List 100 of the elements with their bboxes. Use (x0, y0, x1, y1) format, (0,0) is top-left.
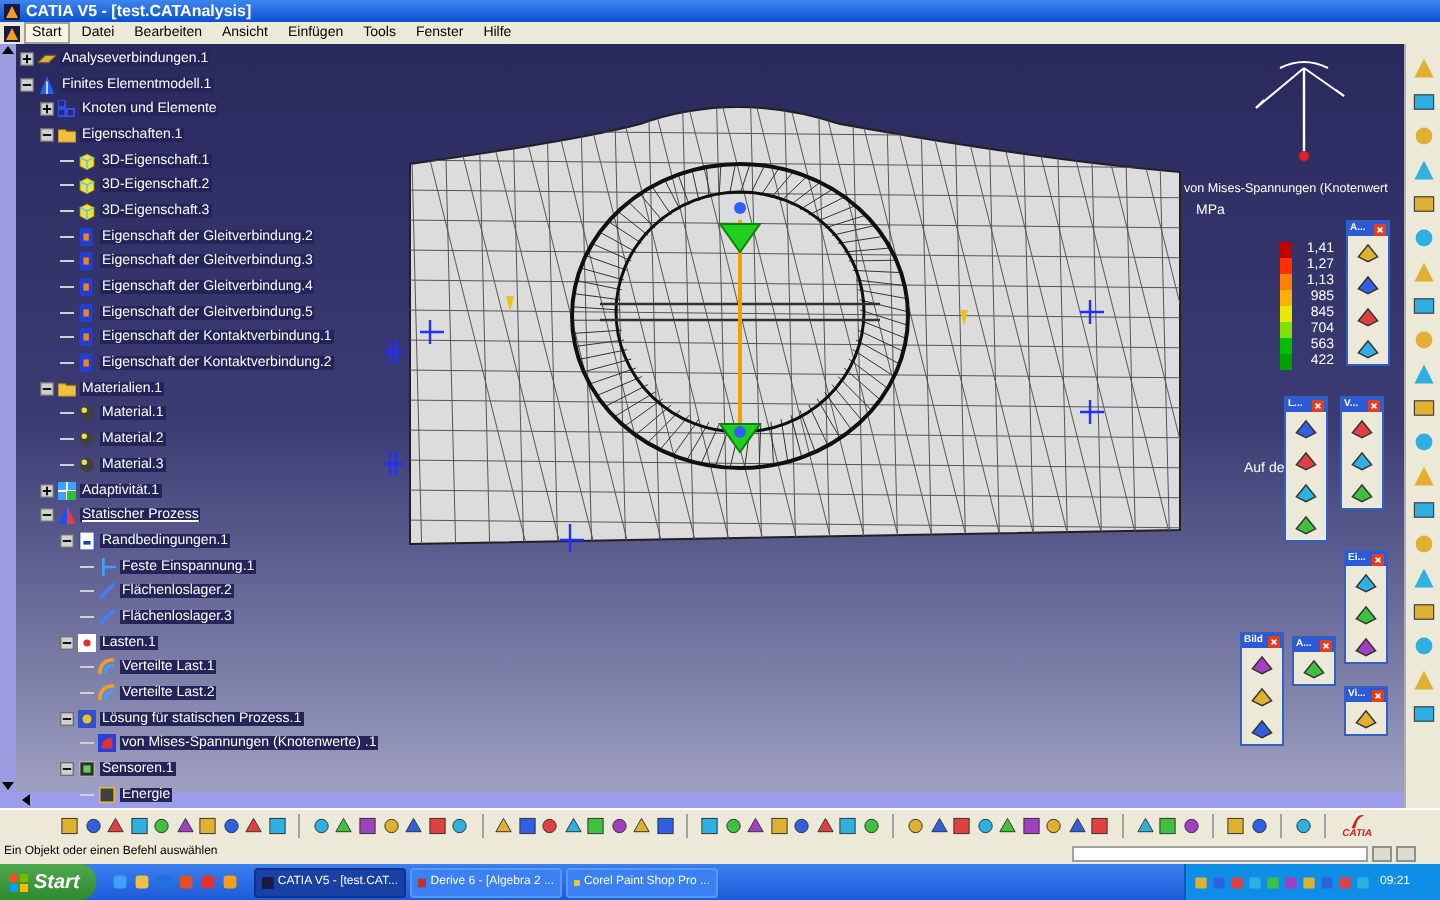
close-button[interactable] (1372, 689, 1384, 701)
tool-icon[interactable] (540, 814, 560, 838)
tool-icon[interactable] (998, 814, 1018, 838)
tool-icon[interactable] (175, 814, 195, 838)
close-button[interactable] (1268, 635, 1280, 647)
tool-icon[interactable] (1411, 498, 1435, 522)
expand-toggle[interactable] (40, 102, 54, 117)
tool-icon[interactable] (929, 814, 949, 838)
close-button[interactable] (1320, 639, 1332, 651)
close-icon (1374, 555, 1382, 563)
tool-icon[interactable] (609, 814, 629, 838)
tool-icon[interactable] (1354, 706, 1378, 730)
tool-icon[interactable] (1350, 416, 1374, 440)
tool-icon[interactable] (838, 814, 858, 838)
tool-icon[interactable] (975, 814, 995, 838)
tool-icon[interactable] (244, 814, 264, 838)
tool-icon[interactable] (1021, 814, 1041, 838)
expand-toggle[interactable] (40, 381, 54, 396)
tool-icon[interactable] (1067, 814, 1087, 838)
tool-icon[interactable] (1411, 702, 1435, 726)
expand-toggle[interactable] (60, 635, 74, 650)
tool-icon[interactable] (517, 814, 537, 838)
tool-icon[interactable] (746, 814, 766, 838)
tool-icon[interactable] (1090, 814, 1110, 838)
tool-icon[interactable] (655, 814, 675, 838)
tool-icon[interactable] (311, 814, 331, 838)
tool-icon[interactable] (404, 814, 424, 838)
tool-icon[interactable] (1294, 416, 1318, 440)
expand-toggle[interactable] (20, 77, 34, 92)
tool-icon[interactable] (198, 814, 218, 838)
tool-icon[interactable] (632, 814, 652, 838)
expand-toggle[interactable] (40, 483, 54, 498)
tool-icon[interactable] (1250, 716, 1274, 740)
tool-icon[interactable] (334, 814, 354, 838)
tool-icon[interactable] (494, 814, 514, 838)
tool-icon[interactable] (1356, 240, 1380, 264)
tool-icon[interactable] (1044, 814, 1064, 838)
start-button[interactable]: Start (0, 864, 96, 900)
expand-toggle[interactable] (60, 533, 74, 548)
close-icon (1376, 225, 1384, 233)
close-button[interactable] (1368, 399, 1380, 411)
tool-icon[interactable] (1356, 304, 1380, 328)
tool-icon[interactable] (952, 814, 972, 838)
expand-toggle[interactable] (20, 51, 34, 66)
expand-toggle[interactable] (60, 711, 74, 726)
tool-icon[interactable] (563, 814, 583, 838)
expand-toggle[interactable] (60, 762, 74, 777)
tool-icon[interactable] (83, 814, 103, 838)
tool-icon[interactable] (906, 814, 926, 838)
tool-icon[interactable] (267, 814, 287, 838)
tool-icon[interactable] (861, 814, 881, 838)
tool-icon[interactable] (1354, 602, 1378, 626)
tool-icon[interactable] (815, 814, 835, 838)
tool-icon[interactable] (60, 814, 80, 838)
tool-icon[interactable] (1356, 336, 1380, 360)
tool-icon[interactable] (586, 814, 606, 838)
tool-icon[interactable] (357, 814, 377, 838)
tool-icon[interactable] (1294, 448, 1318, 472)
tool-icon[interactable] (450, 814, 470, 838)
compass-drawing[interactable] (1255, 61, 1345, 161)
scroll-bar[interactable] (0, 44, 16, 792)
tool-icon[interactable] (106, 814, 126, 838)
app-icon (4, 3, 20, 19)
tool-icon[interactable] (1135, 814, 1155, 838)
tool-icon[interactable] (1181, 814, 1201, 838)
tool-icon[interactable] (381, 814, 401, 838)
tool-icon[interactable] (792, 814, 812, 838)
expand-toggle[interactable] (40, 127, 54, 142)
tool-icon[interactable] (129, 814, 149, 838)
close-button[interactable] (1312, 399, 1324, 411)
tool-icon[interactable] (152, 814, 172, 838)
tool-icon[interactable] (1354, 634, 1378, 658)
tool-icon[interactable] (221, 814, 241, 838)
tool-icon[interactable] (1294, 512, 1318, 536)
tool-icon[interactable] (427, 814, 447, 838)
tool-icon[interactable] (1411, 294, 1435, 318)
tool-icon[interactable] (700, 814, 720, 838)
command-field[interactable] (1072, 845, 1368, 861)
tool-icon[interactable] (1354, 570, 1378, 594)
tool-icon[interactable] (769, 814, 789, 838)
tool-icon[interactable] (1158, 814, 1178, 838)
tool-icon[interactable] (1411, 600, 1435, 624)
tool-icon[interactable] (1249, 814, 1269, 838)
tool-icon[interactable] (723, 814, 743, 838)
tool-icon[interactable] (1350, 480, 1374, 504)
tool-icon[interactable] (1250, 652, 1274, 676)
tool-icon[interactable] (1250, 684, 1274, 708)
tool-icon[interactable] (1411, 90, 1435, 114)
tool-icon[interactable] (1225, 814, 1245, 838)
tool-icon[interactable] (1411, 396, 1435, 420)
tool-icon[interactable] (1293, 814, 1313, 838)
tool-icon[interactable] (1356, 272, 1380, 296)
tool-icon[interactable] (1411, 192, 1435, 216)
tool-icon[interactable] (1350, 448, 1374, 472)
close-button[interactable] (1372, 553, 1384, 565)
tool-icon[interactable] (1302, 656, 1326, 680)
mesh-drawing[interactable] (382, 106, 1181, 554)
tool-icon[interactable] (1294, 480, 1318, 504)
expand-toggle[interactable] (40, 508, 54, 523)
close-button[interactable] (1374, 223, 1386, 235)
